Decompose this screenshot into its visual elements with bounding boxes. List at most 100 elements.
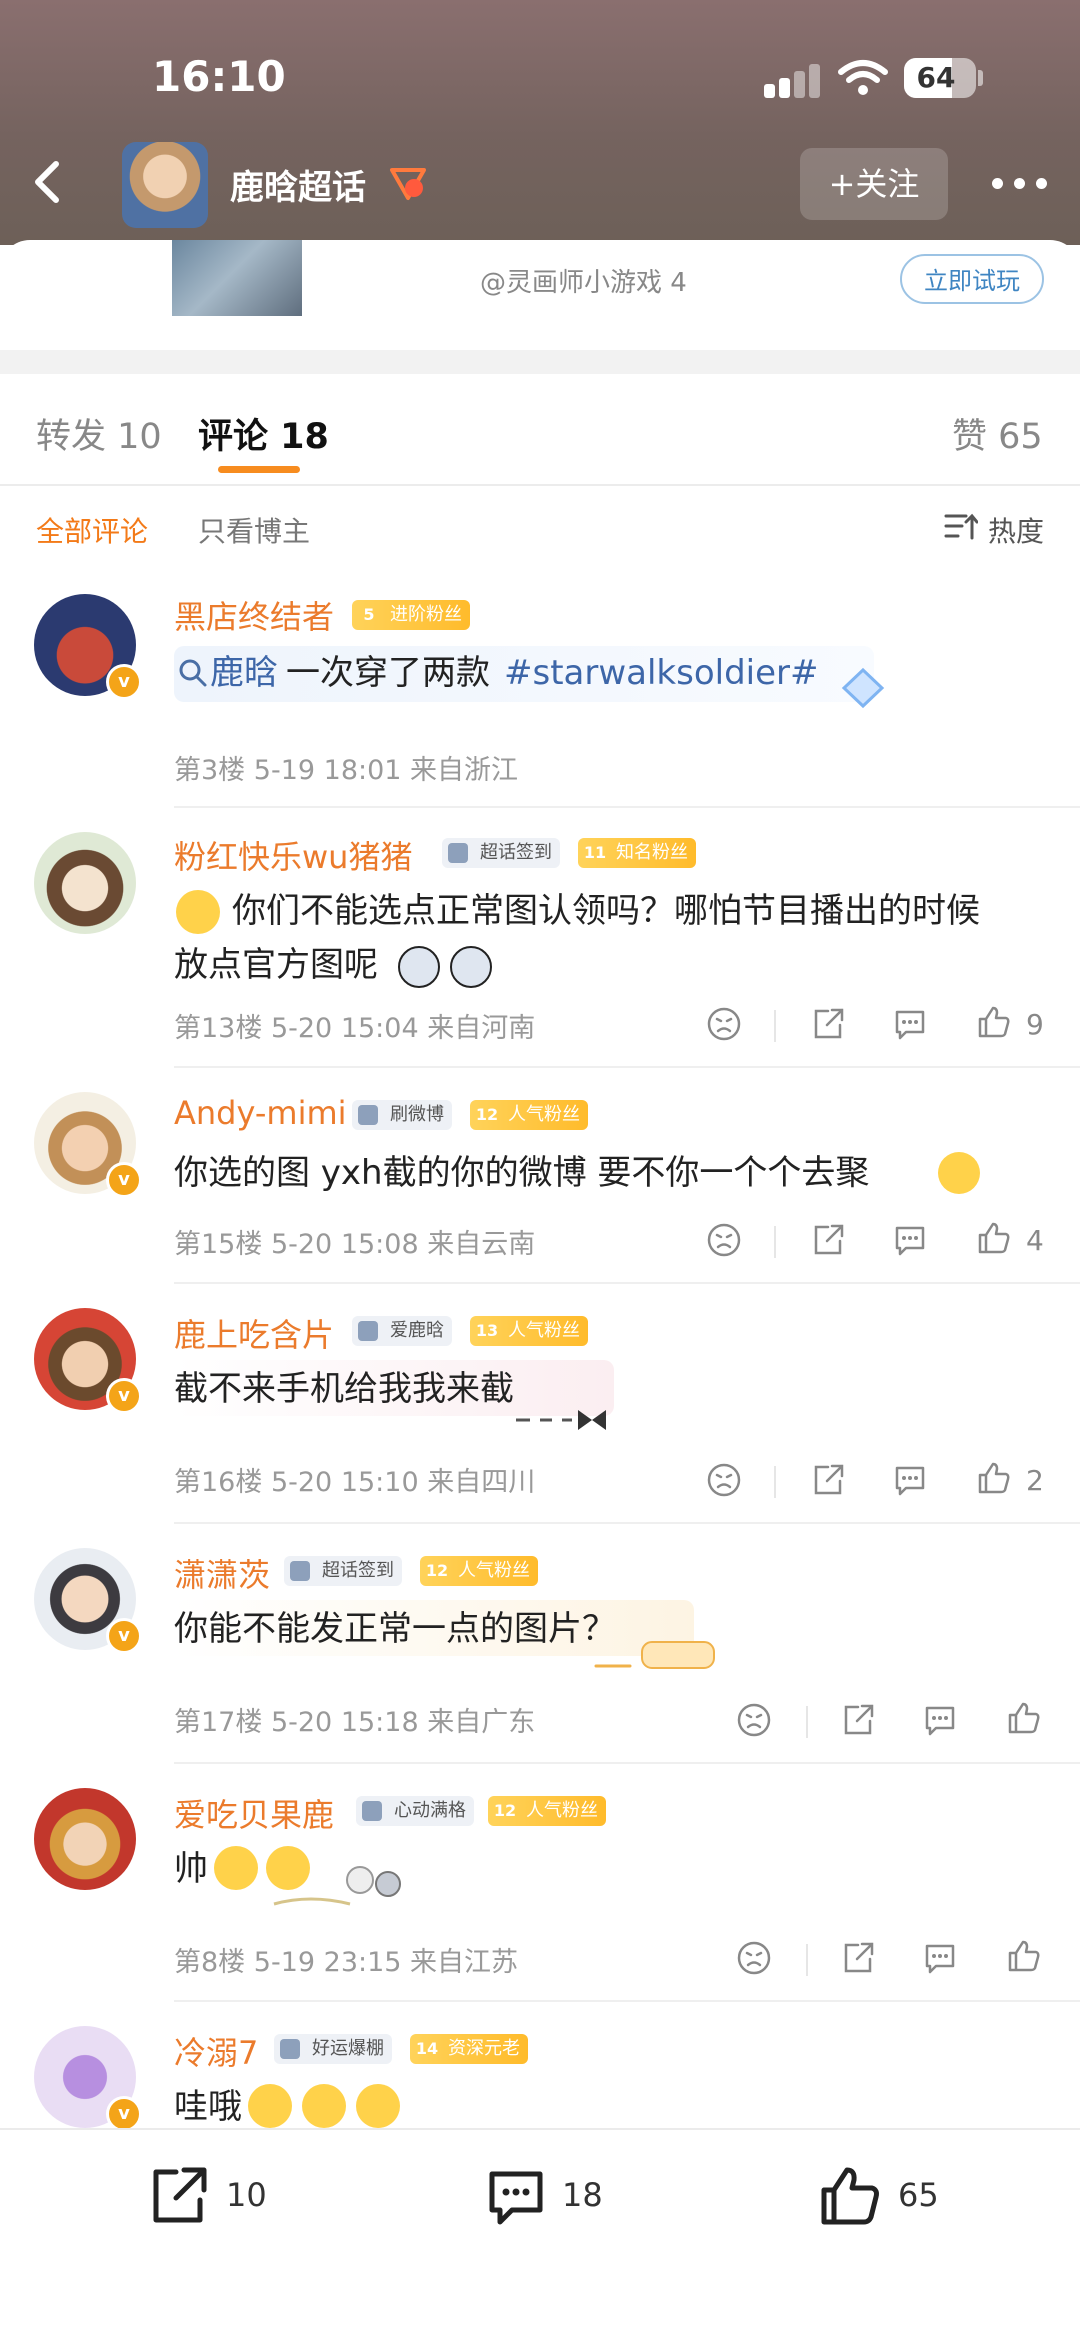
wifi-icon	[838, 60, 888, 95]
ad-source[interactable]: @灵画师小游戏 4	[480, 262, 687, 299]
verified-badge: v	[106, 2096, 142, 2132]
back-arrow-icon[interactable]	[18, 150, 74, 214]
search-icon	[179, 659, 207, 687]
share-icon[interactable]	[810, 1462, 846, 1498]
comment-icon[interactable]	[484, 2164, 548, 2228]
like-icon[interactable]	[976, 1220, 1012, 1256]
like-count: 9	[1026, 1008, 1044, 1041]
sweat-emoji-icon	[176, 890, 220, 934]
like-icon[interactable]	[1006, 1938, 1042, 1974]
share-icon[interactable]	[810, 1222, 846, 1258]
avatar[interactable]	[34, 832, 136, 934]
topic-level-icon	[390, 168, 426, 200]
comment-text: 你选的图 yxh截的你的微博 要不你一个个去聚	[174, 1153, 870, 1193]
sort-icon[interactable]	[944, 512, 978, 542]
reply-icon[interactable]	[892, 1462, 928, 1498]
emoji-icon	[248, 2084, 292, 2128]
fan-level-badge: 11 知名粉丝	[578, 838, 696, 868]
try-now-button[interactable]: 立即试玩	[900, 254, 1044, 304]
user-tag: 超话签到	[442, 838, 560, 868]
comment-text: 哇哦	[174, 2087, 242, 2127]
diamond-sticker-icon	[841, 667, 885, 709]
reply-icon[interactable]	[892, 1222, 928, 1258]
tab-comments[interactable]: 评论 18	[198, 408, 329, 459]
reply-icon[interactable]	[922, 1702, 958, 1738]
fan-level-badge: 12 人气粉丝	[470, 1100, 588, 1130]
fan-level-badge: 12 人气粉丝	[420, 1556, 538, 1586]
username[interactable]: 粉红快乐wu猪猪	[174, 832, 412, 878]
reply-icon[interactable]	[922, 1940, 958, 1976]
like-icon[interactable]	[818, 2164, 882, 2228]
like-icon[interactable]	[976, 1004, 1012, 1040]
avatar[interactable]	[34, 1788, 136, 1890]
reply-icon[interactable]	[892, 1006, 928, 1042]
hashtag-link[interactable]: #starwalksoldier#	[504, 648, 819, 698]
more-dots-icon[interactable]	[984, 170, 1054, 196]
sort-label[interactable]: 热度	[988, 510, 1044, 550]
user-tag: 心动满格	[356, 1796, 474, 1826]
post-detail-sheet	[0, 240, 1080, 2346]
like-count[interactable]: 65	[898, 2176, 939, 2214]
dislike-icon[interactable]	[706, 1222, 742, 1258]
share-icon[interactable]	[840, 1702, 876, 1738]
tab-likes[interactable]: 赞 65	[952, 408, 1043, 459]
page-title[interactable]: 鹿晗超话	[230, 160, 366, 209]
like-icon[interactable]	[1006, 1700, 1042, 1736]
status-time: 16:10	[152, 52, 286, 101]
follow-button[interactable]: +关注	[800, 148, 948, 220]
username[interactable]: 冷溺7	[174, 2028, 258, 2074]
dislike-icon[interactable]	[706, 1462, 742, 1498]
username[interactable]: 鹿上吃含片	[174, 1310, 334, 1356]
dislike-icon[interactable]	[736, 1702, 772, 1738]
emoji-icon	[398, 946, 440, 988]
comment-text: 放点官方图呢	[174, 945, 378, 985]
like-count: 4	[1026, 1224, 1044, 1257]
comment-meta: 第13楼 5-20 15:04 来自河南	[174, 1013, 536, 1044]
fan-level-badge: 14 资深元老	[410, 2034, 528, 2064]
battery-icon: 64	[904, 58, 976, 98]
username[interactable]: 黑店终结者	[174, 592, 334, 638]
comment-count[interactable]: 18	[562, 2176, 603, 2214]
emoji-icon	[356, 2084, 400, 2128]
comment-text: 你们不能选点正常图认领吗？哪怕节目播出的时候	[232, 891, 980, 931]
bow-sticker-icon	[516, 1410, 606, 1430]
user-tag: 好运爆棚	[274, 2034, 392, 2064]
verified-badge: v	[106, 664, 142, 700]
verified-badge: v	[106, 1162, 142, 1198]
repost-icon[interactable]	[146, 2164, 210, 2228]
comment-text: 一次穿了两款	[286, 653, 490, 693]
topic-avatar[interactable]	[122, 142, 208, 228]
dislike-icon[interactable]	[706, 1006, 742, 1042]
emoji-icon	[302, 2084, 346, 2128]
comment-text: 你能不能发正常一点的图片？	[174, 1609, 616, 1649]
comment-meta: 第15楼 5-20 15:08 来自云南	[174, 1229, 536, 1260]
signal-icon	[764, 62, 824, 98]
laugh-emoji-icon	[214, 1846, 258, 1890]
user-tag: 爱鹿晗	[352, 1316, 452, 1346]
tab-reposts[interactable]: 转发 10	[36, 408, 162, 459]
ad-thumbnail[interactable]	[172, 240, 302, 316]
comment-meta: 第8楼 5-19 23:15 来自江苏	[174, 1947, 519, 1978]
comment-meta: 第17楼 5-20 15:18 来自广东	[174, 1707, 536, 1738]
dislike-icon[interactable]	[736, 1940, 772, 1976]
share-icon[interactable]	[840, 1940, 876, 1976]
like-count: 2	[1026, 1464, 1044, 1497]
section-gap	[0, 350, 1080, 374]
comment-meta: 第3楼 5-19 18:01 来自浙江	[174, 755, 519, 786]
verified-badge: v	[106, 1618, 142, 1654]
fan-level-badge: 12 人气粉丝	[488, 1796, 606, 1826]
battery-level: 64	[916, 61, 956, 94]
comment-text: 帅	[174, 1849, 208, 1889]
fan-level-badge: 5 进阶粉丝	[352, 600, 470, 630]
username[interactable]: 爱吃贝果鹿	[174, 1790, 334, 1836]
filter-owner-only[interactable]: 只看博主	[198, 510, 310, 550]
topic-link[interactable]: 鹿晗	[210, 648, 278, 698]
user-tag: 刷微博	[352, 1100, 452, 1130]
share-icon[interactable]	[810, 1006, 846, 1042]
username[interactable]: 潇潇茨	[174, 1550, 270, 1596]
username[interactable]: Andy-mimi	[174, 1094, 347, 1132]
repost-count[interactable]: 10	[226, 2176, 267, 2214]
tab-indicator	[218, 466, 300, 473]
like-icon[interactable]	[976, 1460, 1012, 1496]
filter-all-comments[interactable]: 全部评论	[36, 510, 148, 550]
